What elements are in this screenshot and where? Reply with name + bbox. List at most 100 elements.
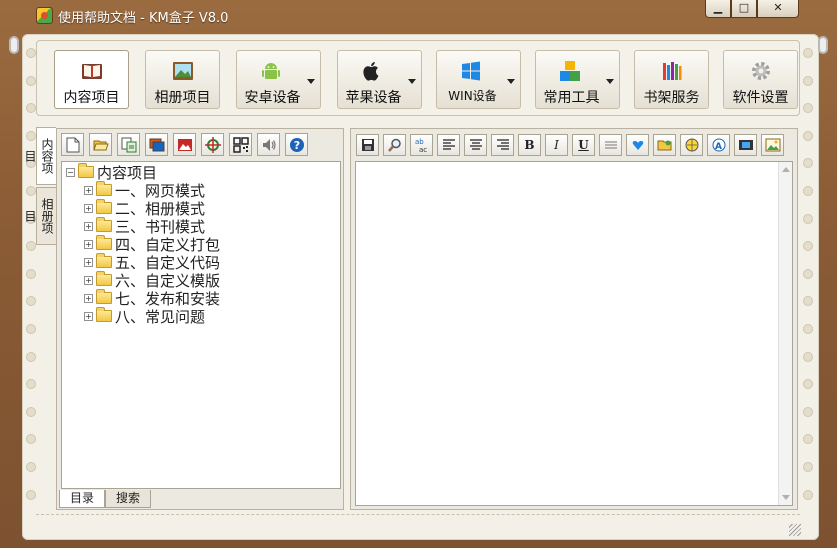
replace-button[interactable]: ab ac <box>410 134 433 156</box>
bold-button[interactable]: B <box>518 134 541 156</box>
tree-item[interactable]: + 四、自定义打包 <box>62 235 340 254</box>
window-controls: ▁ □ ✕ <box>705 0 799 18</box>
chevron-down-icon <box>606 79 614 84</box>
tree-item[interactable]: + 三、书刊模式 <box>62 217 340 236</box>
strikethrough-button[interactable] <box>599 134 622 156</box>
slideshow-button[interactable] <box>145 133 168 156</box>
color-button[interactable] <box>626 134 649 156</box>
insert-image-button[interactable] <box>761 134 784 156</box>
replace-icon: abac <box>415 138 427 153</box>
target-button[interactable] <box>201 133 224 156</box>
toolbar-windows-button[interactable]: WIN设备 <box>436 50 521 109</box>
toolbar-bookshelf-button[interactable]: 书架服务 <box>634 50 709 109</box>
tree-item[interactable]: + 六、自定义模版 <box>62 271 340 290</box>
maximize-button[interactable]: □ <box>731 0 757 18</box>
toolbar-label: WIN设备 <box>448 89 497 103</box>
photo-album-icon <box>172 62 193 80</box>
toolbar-label: 安卓设备 <box>244 90 301 106</box>
expand-toggle[interactable]: + <box>84 311 93 321</box>
expand-toggle[interactable]: + <box>84 275 93 285</box>
tab-directory[interactable]: 目录 <box>59 490 106 508</box>
folder-icon <box>96 199 112 214</box>
close-button[interactable]: ✕ <box>757 0 799 18</box>
folder-icon <box>96 235 112 250</box>
collapse-toggle[interactable]: − <box>66 167 75 177</box>
save-icon <box>361 139 374 151</box>
insert-folder-button[interactable] <box>653 134 676 156</box>
tree-item[interactable]: + 八、常见问题 <box>62 307 340 326</box>
scroll-down-icon[interactable] <box>782 495 790 500</box>
image-button[interactable] <box>173 133 196 156</box>
folder-icon <box>96 307 112 322</box>
svg-text:A: A <box>715 142 722 152</box>
find-button[interactable] <box>383 134 406 156</box>
toolbar-label: 常用工具 <box>543 90 600 106</box>
align-right-button[interactable] <box>491 134 514 156</box>
expand-toggle[interactable]: + <box>84 203 93 213</box>
side-tab-album[interactable]: 相册项目 <box>23 187 56 245</box>
expand-toggle[interactable]: + <box>84 257 93 267</box>
audio-button[interactable] <box>257 133 280 156</box>
help-icon: ? <box>289 137 304 152</box>
tree-root[interactable]: − 内容项目 <box>62 163 340 182</box>
audio-icon <box>262 138 276 151</box>
binder-holes-left <box>26 48 38 517</box>
window-title: 使用帮助文档 - KM盒子 V8.0 <box>58 11 229 26</box>
qrcode-icon <box>232 136 249 153</box>
align-left-button[interactable] <box>437 134 460 156</box>
tab-search[interactable]: 搜索 <box>105 490 152 508</box>
expand-toggle[interactable]: + <box>84 221 93 231</box>
content-editor[interactable] <box>355 161 793 506</box>
heart-icon <box>632 141 643 150</box>
title-bar[interactable]: 使用帮助文档 - KM盒子 V8.0 ▁ □ ✕ <box>0 0 837 34</box>
qrcode-button[interactable] <box>229 133 252 156</box>
editor-scrollbar[interactable] <box>778 162 792 505</box>
folder-icon <box>96 289 112 304</box>
new-file-icon <box>66 137 79 152</box>
side-tab-content[interactable]: 内容项目 <box>23 127 56 185</box>
horizontal-rule-icon <box>604 141 617 149</box>
toolbar-label: 内容项目 <box>63 90 120 106</box>
editor-toolbar: ab ac B I U A <box>356 134 784 156</box>
open-folder-icon <box>92 140 109 150</box>
italic-button[interactable]: I <box>545 134 568 156</box>
insert-text-button[interactable]: A <box>707 134 730 156</box>
toolbar-content-project-button[interactable]: 内容项目 <box>54 50 129 109</box>
insert-video-button[interactable] <box>734 134 757 156</box>
open-folder-button[interactable] <box>89 133 112 156</box>
toolbar-label: 苹果设备 <box>345 90 402 106</box>
copy-page-button[interactable] <box>117 133 140 156</box>
tree-toolbar: ? <box>61 133 308 159</box>
save-button[interactable] <box>356 134 379 156</box>
toolbar-album-project-button[interactable]: 相册项目 <box>145 50 220 109</box>
binder-ring-right <box>818 36 828 54</box>
resize-grip-icon[interactable] <box>789 524 801 536</box>
expand-toggle[interactable]: + <box>84 239 93 249</box>
help-button[interactable]: ? <box>285 133 308 156</box>
tree-item[interactable]: + 一、网页模式 <box>62 181 340 200</box>
scroll-up-icon[interactable] <box>782 167 790 172</box>
toolbar-settings-button[interactable]: 软件设置 <box>723 50 798 109</box>
toolbar-apple-button[interactable]: 苹果设备 <box>337 50 422 109</box>
insert-link-button[interactable] <box>680 134 703 156</box>
expand-toggle[interactable]: + <box>84 185 93 195</box>
align-center-button[interactable] <box>464 134 487 156</box>
side-tab-strip: 内容项目 相册项目 <box>23 127 56 247</box>
folder-icon <box>78 163 94 178</box>
toolbar-android-button[interactable]: 安卓设备 <box>236 50 321 109</box>
new-file-button[interactable] <box>61 133 84 156</box>
expand-toggle[interactable]: + <box>84 293 93 303</box>
search-icon <box>387 138 401 152</box>
tree-item[interactable]: + 二、相册模式 <box>62 199 340 218</box>
chevron-down-icon <box>507 79 515 84</box>
underline-button[interactable]: U <box>572 134 595 156</box>
picture-icon <box>765 138 780 152</box>
tree-item[interactable]: + 五、自定义代码 <box>62 253 340 272</box>
minimize-button[interactable]: ▁ <box>705 0 731 18</box>
globe-link-icon <box>685 138 698 152</box>
toolbar-label: 软件设置 <box>732 90 789 106</box>
align-center-icon <box>469 139 482 150</box>
text-globe-icon: A <box>712 138 725 152</box>
tree-item[interactable]: + 七、发布和安装 <box>62 289 340 308</box>
toolbar-tools-button[interactable]: 常用工具 <box>535 50 620 109</box>
